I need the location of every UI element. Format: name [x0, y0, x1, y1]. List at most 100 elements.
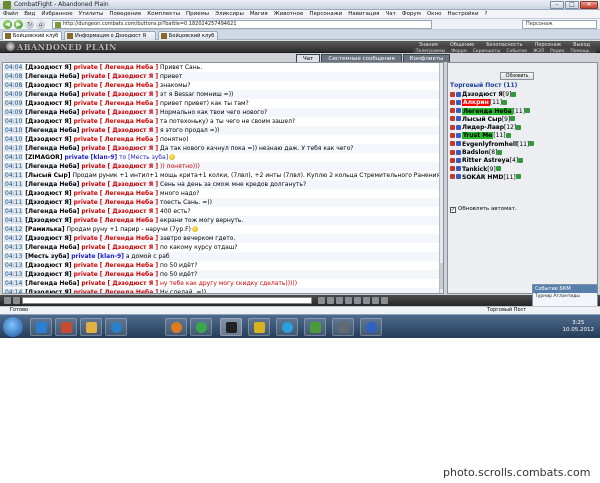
chat-time[interactable]: 04:14: [4, 289, 24, 293]
private-icon[interactable]: [450, 99, 455, 105]
user-list-item[interactable]: SOKAR HMD[11]: [450, 174, 596, 182]
chat-recipient[interactable]: [ Легенда Неба ]: [100, 82, 158, 89]
info-icon[interactable]: [525, 108, 531, 114]
info-icon[interactable]: [502, 99, 508, 105]
chat-time[interactable]: 04:11: [4, 199, 24, 206]
user-nick[interactable]: Алкрин: [462, 99, 490, 107]
exit-chat-icon[interactable]: [372, 297, 379, 304]
chat-scrollbar[interactable]: [439, 63, 443, 293]
game-subnav-item[interactable]: Радио: [547, 49, 567, 55]
maximize-button[interactable]: □: [565, 1, 579, 9]
chat-recipient[interactable]: [ Дэзодюст Я ]: [107, 280, 158, 287]
chat-settings-icon[interactable]: [354, 297, 361, 304]
tab-system-messages[interactable]: Системные сообщения: [321, 54, 402, 62]
taskbar-tank-icon[interactable]: [332, 318, 354, 336]
filter-icon[interactable]: [327, 297, 334, 304]
game-subnav-item[interactable]: Скриншоты: [470, 49, 504, 55]
close-button[interactable]: ✕: [580, 1, 598, 9]
chat-recipient[interactable]: [ Дэзодюст Я ]: [107, 163, 158, 170]
reload-icon[interactable]: ↻: [25, 20, 34, 29]
chat-recipient[interactable]: [ Дэзодюст Я ]: [107, 91, 158, 98]
private-icon[interactable]: [450, 174, 455, 180]
chat-sender[interactable]: [Дэзодюст Я]: [25, 190, 71, 197]
chat-recipient[interactable]: [ Легенда Неба ]: [100, 271, 158, 278]
info-icon[interactable]: [516, 124, 522, 130]
chat-recipient[interactable]: [klan-9]: [91, 154, 118, 161]
info-icon[interactable]: [497, 149, 503, 155]
chat-sender[interactable]: [Дэзодюст Я]: [25, 199, 71, 206]
chat-time[interactable]: 04:11: [4, 172, 24, 179]
info-icon[interactable]: [529, 141, 535, 147]
private-icon[interactable]: [450, 91, 455, 97]
chat-time[interactable]: 04:10: [4, 154, 24, 161]
chat-sender[interactable]: [ZIMAGOR]: [25, 154, 62, 161]
user-list-item[interactable]: Лысый Сыр[9]: [450, 116, 596, 124]
menu-item[interactable]: Животное: [271, 10, 307, 17]
user-nick[interactable]: Лидер-Лавр: [462, 124, 504, 131]
chat-sender[interactable]: [Дэзодюст Я]: [25, 136, 71, 143]
user-list-item[interactable]: Evgenlyfromhell[11]: [450, 141, 596, 149]
taskbar-office-icon[interactable]: [55, 318, 77, 336]
menu-item[interactable]: Чат: [382, 10, 398, 17]
smiles-icon[interactable]: [4, 297, 11, 304]
back-icon[interactable]: ◀: [3, 20, 12, 29]
chat-recipient[interactable]: [ Легенда Неба ]: [100, 136, 158, 143]
menu-item[interactable]: Настройки: [444, 10, 481, 17]
tab-character-info[interactable]: Информация о Дэзодюст Я: [64, 31, 156, 40]
chat-message-input[interactable]: [22, 297, 312, 304]
chat-recipient[interactable]: [ Легенда Неба ]: [100, 64, 158, 71]
chat-time[interactable]: 04:11: [4, 181, 24, 188]
chat-sender[interactable]: [Легенда Неба]: [25, 163, 79, 170]
chat-sender[interactable]: [Легенда Неба]: [25, 145, 79, 152]
chat-time[interactable]: 04:10: [4, 136, 24, 143]
info-icon[interactable]: [515, 174, 521, 180]
character-search-input[interactable]: Персонаж: [522, 20, 597, 29]
chat-recipient[interactable]: [ Дэзодюст Я ]: [107, 73, 158, 80]
home-icon[interactable]: ⌂: [36, 20, 45, 29]
chat-sender[interactable]: [Дэзодюст Я]: [25, 262, 71, 269]
user-list-item[interactable]: Легенда Неба[11]: [450, 107, 596, 116]
chat-time[interactable]: 04:10: [4, 127, 24, 134]
chat-sender[interactable]: [Легенда Неба]: [25, 244, 79, 251]
chat-time[interactable]: 04:14: [4, 280, 24, 287]
send-icon[interactable]: [318, 297, 325, 304]
menu-item[interactable]: Окно: [424, 10, 445, 17]
taskbar-chrome-icon[interactable]: [190, 318, 212, 336]
chat-recipient[interactable]: [ Легенда Неба ]: [100, 100, 158, 107]
menu-item[interactable]: Персонажи: [306, 10, 345, 17]
chat-time[interactable]: 04:13: [4, 271, 24, 278]
user-list-item[interactable]: Tankick[9]: [450, 166, 596, 174]
taskbar-skype-icon[interactable]: [276, 318, 298, 336]
menu-item[interactable]: Утилиты: [76, 10, 107, 17]
user-nick[interactable]: Ritter Astreya: [462, 157, 510, 164]
tab-chat[interactable]: Чат: [296, 54, 321, 62]
menu-item[interactable]: Файл: [0, 10, 21, 17]
chat-sender[interactable]: [Легенда Неба]: [25, 73, 79, 80]
tab-conflicts[interactable]: Конфликты: [402, 54, 451, 62]
taskbar-browser-icon[interactable]: [360, 318, 382, 336]
chat-recipient[interactable]: [ Дэзодюст Я ]: [107, 208, 158, 215]
chat-scroll-thumb[interactable]: [440, 263, 443, 289]
chat-recipient[interactable]: [ Легенда Неба ]: [100, 262, 158, 269]
chat-recipient[interactable]: [ Дэзодюст Я ]: [107, 109, 158, 116]
chat-time[interactable]: 04:10: [4, 118, 24, 125]
clock[interactable]: 3:25 10.05.2012: [563, 320, 595, 334]
chat-time[interactable]: 04:11: [4, 208, 24, 215]
chat-recipient[interactable]: [ Легенда Неба ]: [100, 217, 158, 224]
user-list-item[interactable]: Алкрин[11]: [450, 99, 596, 107]
auto-refresh-option[interactable]: ✓ Обновлять автомат.: [450, 206, 517, 213]
user-list-item[interactable]: Trust Me[11]: [450, 132, 596, 140]
info-icon[interactable]: [495, 166, 501, 172]
chat-sender[interactable]: [Месть зуба]: [25, 253, 69, 260]
chat-sender[interactable]: [Легенда Неба]: [25, 109, 79, 116]
menu-item[interactable]: Избранное: [38, 10, 75, 17]
forward-icon[interactable]: ▶: [14, 20, 23, 29]
chat-time[interactable]: 04:11: [4, 217, 24, 224]
menu-item[interactable]: Эликсиры: [212, 10, 247, 17]
translit-icon[interactable]: [345, 297, 352, 304]
chat-sender[interactable]: [Легенда Неба]: [25, 181, 79, 188]
user-nick[interactable]: Tankick: [462, 166, 487, 173]
chat-recipient[interactable]: [ Легенда Неба ]: [100, 289, 158, 293]
chat-time[interactable]: 04:10: [4, 145, 24, 152]
game-subnav-item[interactable]: Форум: [448, 49, 470, 55]
